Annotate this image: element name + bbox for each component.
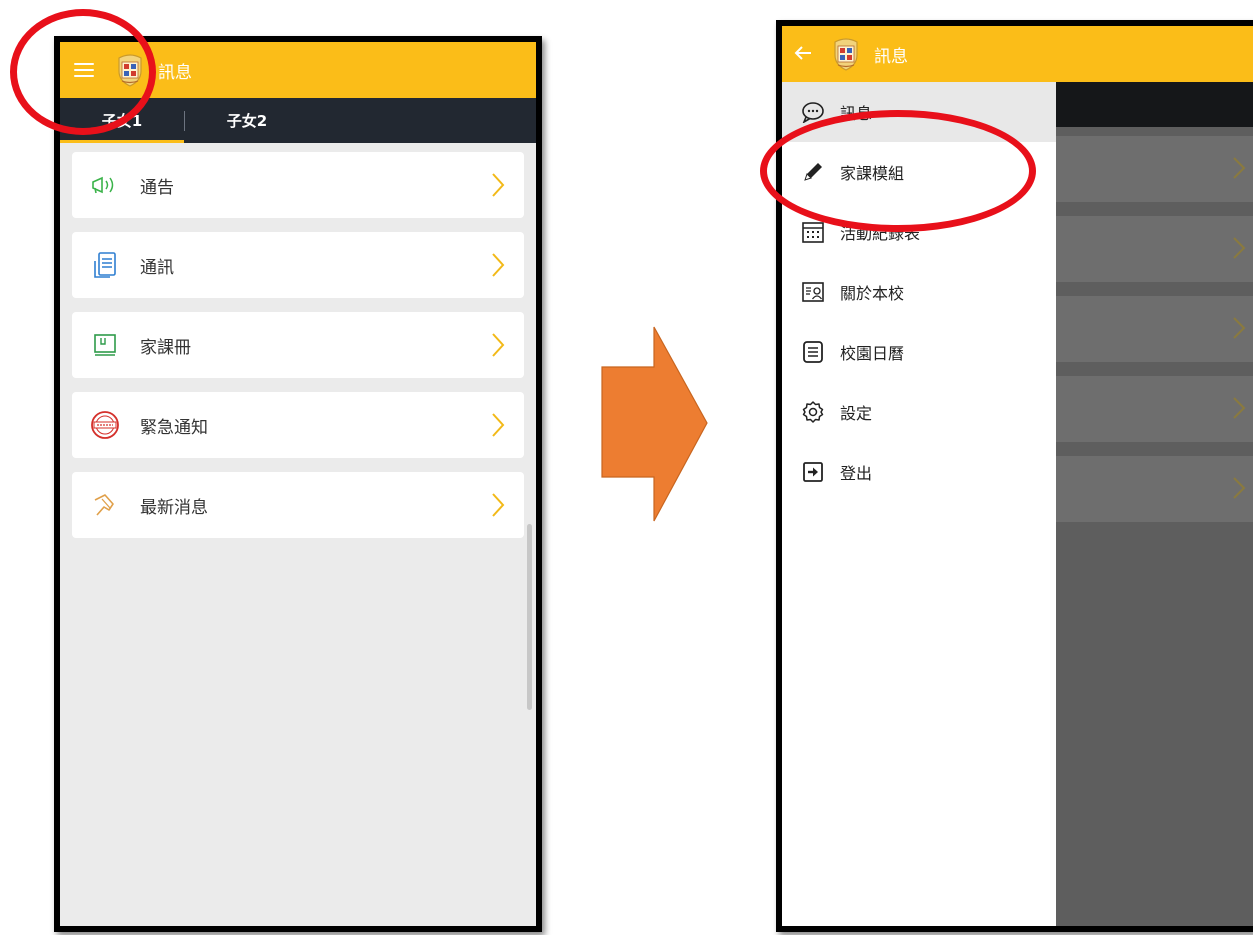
profile-card-icon (800, 279, 826, 305)
phone-screenshot-drawer: 訊息 訊息 家課模組 活動紀錄表 關於本校 校園日曆 設定 登出 (776, 20, 1253, 932)
menu-item-label: 家課冊 (140, 337, 191, 358)
chevron-right-icon (1233, 317, 1246, 339)
calendar-grid-icon (800, 219, 826, 245)
menu-item-newsletter[interactable]: 通訊 (72, 232, 524, 298)
chevron-right-icon (492, 493, 505, 517)
chevron-right-icon (492, 333, 505, 357)
drawer-item-label: 家課模組 (840, 164, 905, 183)
drawer-screen: 訊息 訊息 家課模組 活動紀錄表 關於本校 校園日曆 設定 登出 (782, 26, 1253, 926)
menu-item-label: 最新消息 (140, 497, 208, 518)
messages-screen: 訊息 子女1 子女2 通告 通訊 家課冊 緊急通知 最新消息 (60, 42, 536, 926)
menu-item-label: 通訊 (140, 257, 174, 278)
menu-item-label: 通告 (140, 177, 174, 198)
drawer-item-activity-record[interactable]: 活動紀錄表 (782, 202, 1056, 262)
menu-item-urgent-notice[interactable]: 緊急通知 (72, 392, 524, 458)
tab-label: 子女2 (226, 112, 268, 130)
chevron-right-icon (1233, 397, 1246, 419)
pushpin-icon (90, 490, 120, 520)
app-title: 訊息 (158, 62, 192, 83)
chevron-right-icon (492, 173, 505, 197)
chevron-right-icon (492, 413, 505, 437)
drawer-item-about-school[interactable]: 關於本校 (782, 262, 1056, 322)
chevron-right-icon (1233, 157, 1246, 179)
child-tabs: 子女1 子女2 (60, 98, 536, 143)
drawer-item-label: 設定 (840, 404, 873, 423)
back-arrow-icon[interactable] (792, 42, 814, 67)
drawer-item-label: 登出 (840, 464, 873, 483)
chevron-right-icon (1233, 477, 1246, 499)
menu-item-latest-news[interactable]: 最新消息 (72, 472, 524, 538)
menu-item-homework-book[interactable]: 家課冊 (72, 312, 524, 378)
school-crest-logo (118, 54, 142, 87)
navigation-drawer: 訊息 家課模組 活動紀錄表 關於本校 校園日曆 設定 登出 (782, 82, 1056, 926)
drawer-item-label: 校園日曆 (840, 344, 905, 363)
pencil-icon (800, 159, 826, 185)
megaphone-icon (90, 170, 120, 200)
list-document-icon (800, 339, 826, 365)
logout-icon (800, 459, 826, 485)
drawer-item-homework-module[interactable]: 家課模組 (782, 142, 1056, 202)
drawer-item-label: 活動紀錄表 (840, 224, 921, 243)
urgent-stamp-icon (90, 410, 120, 440)
drawer-item-logout[interactable]: 登出 (782, 442, 1056, 502)
chevron-right-icon (1233, 237, 1246, 259)
app-title: 訊息 (874, 46, 908, 67)
drawer-item-label: 關於本校 (840, 284, 905, 303)
hamburger-icon[interactable] (74, 63, 94, 77)
drawer-item-label: 訊息 (840, 104, 873, 123)
newsletter-icon (90, 250, 120, 280)
arrow-right-icon (601, 326, 708, 522)
app-bar: 訊息 (782, 26, 1253, 82)
drawer-item-settings[interactable]: 設定 (782, 382, 1056, 442)
menu-item-label: 緊急通知 (140, 417, 208, 438)
tab-child-1[interactable]: 子女1 (60, 98, 184, 143)
app-bar: 訊息 (60, 42, 536, 98)
chevron-right-icon (492, 253, 505, 277)
gear-icon (800, 399, 826, 425)
tab-label: 子女1 (101, 112, 143, 130)
phone-screenshot-messages: 訊息 子女1 子女2 通告 通訊 家課冊 緊急通知 最新消息 (54, 36, 542, 932)
chat-bubble-icon (800, 99, 826, 125)
homework-book-icon (90, 330, 120, 360)
scrollbar[interactable] (527, 524, 532, 710)
message-category-list: 通告 通訊 家課冊 緊急通知 最新消息 (72, 152, 524, 552)
drawer-item-messages[interactable]: 訊息 (782, 82, 1056, 142)
menu-item-notices[interactable]: 通告 (72, 152, 524, 218)
tab-child-2[interactable]: 子女2 (185, 98, 309, 143)
drawer-item-school-calendar[interactable]: 校園日曆 (782, 322, 1056, 382)
school-crest-logo (834, 38, 858, 71)
